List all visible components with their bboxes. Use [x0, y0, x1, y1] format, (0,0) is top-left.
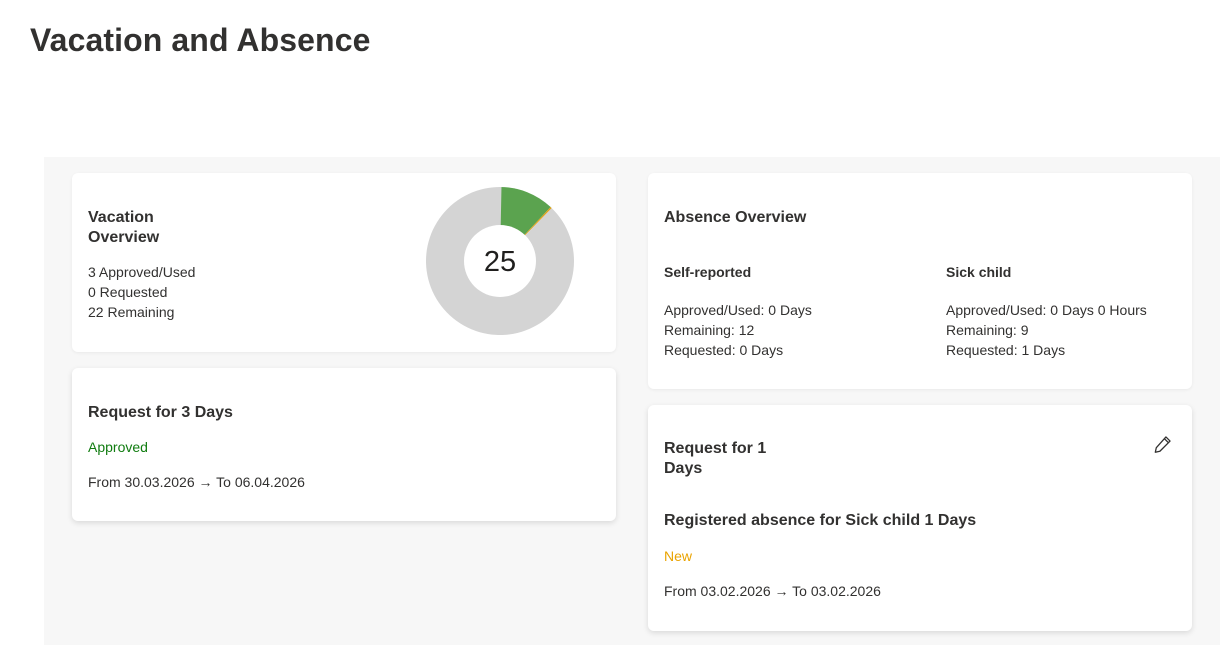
vacation-request-title: Request for 3 Days — [88, 404, 233, 421]
pencil-icon — [1154, 436, 1171, 453]
vacation-stat-remaining: 22 Remaining — [88, 304, 175, 320]
absence-request-card[interactable]: Request for 1 Days Registered absence fo… — [648, 405, 1192, 631]
sick-child-requested: Requested: 1 Days — [946, 342, 1066, 358]
page-title: Vacation and Absence — [30, 22, 371, 58]
sick-child-approved: Approved/Used: 0 Days 0 Hours — [946, 302, 1147, 318]
vacation-overview-title: Vacation Overview — [88, 209, 160, 246]
vacation-stat-requested: 0 Requested — [88, 284, 168, 300]
absence-request-range: From 03.02.2026 → To 03.02.2026 — [664, 583, 881, 599]
absence-overview-card: Absence Overview Self-reported Approved/… — [648, 173, 1192, 389]
vacation-request-range: From 30.03.2026 → To 06.04.2026 — [88, 474, 305, 490]
sick-child-remaining: Remaining: 9 — [946, 322, 1029, 338]
absence-request-description: Registered absence for Sick child 1 Days — [664, 512, 977, 529]
sick-child-column: Sick child Approved/Used: 0 Days 0 Hours… — [946, 262, 1147, 360]
edit-request-button[interactable] — [1150, 431, 1176, 457]
self-reported-remaining: Remaining: 12 — [664, 322, 755, 338]
status-badge: Approved — [88, 439, 148, 455]
vacation-stat-approved: 3 Approved/Used — [88, 264, 196, 280]
self-reported-column: Self-reported Approved/Used: 0 Days Rema… — [664, 262, 812, 360]
self-reported-heading: Self-reported — [664, 264, 752, 280]
vacation-overview-card: Vacation Overview 3 Approved/Used 0 Requ… — [72, 173, 616, 352]
vacation-stats: 3 Approved/Used 0 Requested 22 Remaining — [88, 262, 195, 322]
self-reported-approved: Approved/Used: 0 Days — [664, 302, 812, 318]
status-badge: New — [664, 548, 693, 564]
sick-child-heading: Sick child — [946, 264, 1012, 280]
self-reported-requested: Requested: 0 Days — [664, 342, 784, 358]
vacation-donut-chart: 25 — [425, 186, 575, 336]
vacation-request-card[interactable]: Request for 3 Days Approved From 30.03.2… — [72, 368, 616, 521]
absence-request-title: Request for 1 Days — [664, 440, 767, 477]
donut-center-label: 25 — [484, 246, 516, 278]
absence-overview-title: Absence Overview — [664, 209, 807, 226]
